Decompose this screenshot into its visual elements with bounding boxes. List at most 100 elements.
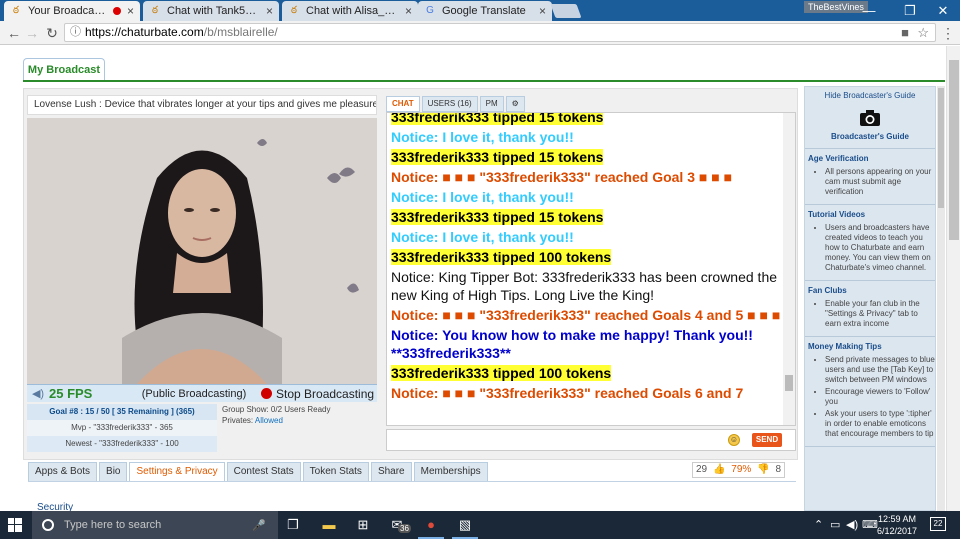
tab-my-broadcast[interactable]: My Broadcast xyxy=(23,58,105,82)
close-tab-icon[interactable]: × xyxy=(127,4,134,18)
system-clock[interactable]: 12:59 AM 6/12/2017 xyxy=(876,513,918,537)
chrome-icon[interactable]: ● xyxy=(418,515,444,539)
divider xyxy=(805,148,935,149)
minimize-icon[interactable]: — xyxy=(846,0,892,21)
goal-newest: Newest - "333frederik333" - 100 xyxy=(27,436,217,452)
chat-message-text: 333frederik333 tipped 100 tokens xyxy=(391,249,612,265)
chat-message: Notice: King Tipper Bot: 333frederik333 … xyxy=(391,268,781,304)
tab-pm[interactable]: PM xyxy=(479,96,504,112)
chat-message: 333frederik333 tipped 100 tokens xyxy=(391,248,781,266)
chaturbate-favicon-icon: ఠ xyxy=(291,5,297,16)
send-button[interactable]: SEND xyxy=(752,433,782,447)
broadcasters-guide-link[interactable]: Broadcaster's Guide xyxy=(805,132,935,141)
page-scroll-thumb[interactable] xyxy=(949,60,959,240)
chat-message: Notice: You know how to make me happy! T… xyxy=(391,326,781,362)
stop-broadcasting-button[interactable]: Stop Broadcasting xyxy=(261,387,374,401)
browser-tab-strip: ఠ Your Broadcast Page! × ఠ Chat with Tan… xyxy=(0,0,960,21)
windows-taskbar: Type here to search 🎤 ❐ ▬ ⊞ ✉ 36 ● ▧ ⌃ ▭… xyxy=(0,511,960,539)
group-show-status: Group Show: 0/2 Users Ready xyxy=(222,405,331,414)
chat-tabs: CHAT USERS (16) PM ⚙ xyxy=(386,96,527,112)
rating-widget: 29 👍 79% 👎 8 xyxy=(692,462,785,478)
tab-settings-privacy[interactable]: Settings & Privacy xyxy=(129,462,225,481)
guide-section-title[interactable]: Money Making Tips xyxy=(808,342,935,351)
guide-section-title[interactable]: Tutorial Videos xyxy=(808,210,935,219)
chat-message: 333frederik333 tipped 15 tokens xyxy=(391,113,781,126)
settings-tabs: Apps & Bots Bio Settings & Privacy Contest … xyxy=(28,462,490,481)
chat-message-text: 333frederik333 tipped 15 tokens xyxy=(391,149,604,165)
guide-tip: Users and broadcasters have created vide… xyxy=(825,223,935,273)
chat-message: Notice: I love it, thank you!! xyxy=(391,128,781,146)
menu-icon[interactable]: ⋮ xyxy=(940,24,956,42)
chat-scroll-thumb[interactable] xyxy=(785,375,793,391)
recording-indicator-icon xyxy=(112,7,121,15)
divider xyxy=(805,204,935,205)
broadcast-status-bar: ◀) 25 FPS (Public Broadcasting) Stop Bro… xyxy=(27,384,377,402)
tab-bio[interactable]: Bio xyxy=(99,462,128,481)
guide-section-list: All persons appearing on your cam must s… xyxy=(825,167,935,197)
chat-message-input[interactable] xyxy=(390,433,724,447)
sidebar-scrollbar[interactable] xyxy=(937,86,945,511)
browser-tab-chat-tank[interactable]: ఠ Chat with Tank569 in a L × xyxy=(143,1,279,21)
chat-scrollbar[interactable] xyxy=(783,113,795,425)
bookmark-star-icon[interactable]: ☆ xyxy=(917,24,929,41)
close-tab-icon[interactable]: × xyxy=(405,4,412,18)
chat-message: Notice: I love it, thank you!! xyxy=(391,228,781,246)
thumbs-up-count: 29 xyxy=(695,464,708,475)
new-tab-button[interactable] xyxy=(550,4,582,18)
reload-icon[interactable]: ↻ xyxy=(44,24,60,42)
chat-message: Notice: I love it, thank you!! xyxy=(391,188,781,206)
broadcaster-guide-sidebar: Hide Broadcaster's Guide Broadcaster's G… xyxy=(804,86,936,511)
guide-section-list: Users and broadcasters have created vide… xyxy=(825,223,935,273)
store-icon[interactable]: ⊞ xyxy=(352,515,374,535)
tab-token-stats[interactable]: Token Stats xyxy=(302,462,369,481)
close-tab-icon[interactable]: × xyxy=(266,4,273,18)
sidebar-scroll-thumb[interactable] xyxy=(938,88,944,208)
volume-icon[interactable]: ◀) xyxy=(846,518,858,531)
taskbar-search[interactable]: Type here to search 🎤 xyxy=(32,511,278,539)
forward-icon[interactable]: → xyxy=(24,24,40,42)
privates-allowed-link[interactable]: Allowed xyxy=(255,416,283,425)
browser-tab-translate[interactable]: G Google Translate × xyxy=(418,1,552,21)
chat-message-text: 333frederik333 tipped 100 tokens xyxy=(391,365,612,381)
chat-message-text: Notice: King Tipper Bot: 333frederik333 … xyxy=(391,269,778,303)
guide-tip: Send private messages to blue users and … xyxy=(825,355,935,385)
chat-message-text: 333frederik333 tipped 15 tokens xyxy=(391,209,604,225)
close-window-icon[interactable]: ✕ xyxy=(920,0,960,21)
microphone-icon[interactable]: 🎤 xyxy=(252,519,266,532)
notification-center-icon[interactable]: 22 xyxy=(930,517,946,531)
tab-apps-bots[interactable]: Apps & Bots xyxy=(28,462,98,481)
webcam-video xyxy=(27,118,377,384)
satisfaction-percent: 79% xyxy=(731,464,752,475)
file-explorer-icon[interactable]: ▬ xyxy=(318,515,340,535)
browser-tab-chat-alisa[interactable]: ఠ Chat with Alisa_Star in a × xyxy=(282,1,418,21)
thumbs-down-icon[interactable]: 👎 xyxy=(757,463,769,477)
emoticon-icon[interactable]: ☺ xyxy=(728,434,740,446)
windows-start-icon[interactable] xyxy=(8,518,22,532)
divider xyxy=(805,336,935,337)
hide-guide-link[interactable]: Hide Broadcaster's Guide xyxy=(805,91,935,100)
thumbs-up-icon[interactable]: 👍 xyxy=(713,463,725,477)
task-view-icon[interactable]: ❐ xyxy=(282,515,304,535)
close-tab-icon[interactable]: × xyxy=(539,4,546,18)
tab-share[interactable]: Share xyxy=(370,462,412,481)
chat-settings-gear-icon[interactable]: ⚙ xyxy=(505,96,525,112)
guide-section-title[interactable]: Fan Clubs xyxy=(808,286,935,295)
network-icon[interactable]: ▭ xyxy=(830,518,840,531)
back-icon[interactable]: ← xyxy=(6,24,22,42)
privates-status: Privates: Allowed xyxy=(222,416,283,425)
tab-chat[interactable]: CHAT xyxy=(386,96,420,112)
tab-users[interactable]: USERS (16) xyxy=(421,96,478,112)
browser-tab-broadcast[interactable]: ఠ Your Broadcast Page! × xyxy=(4,1,140,21)
google-translate-icon: G xyxy=(426,5,434,16)
page-scrollbar[interactable] xyxy=(946,46,960,511)
url-input[interactable]: ⓘ https://chaturbate.com/b/msblairelle/ … xyxy=(64,23,936,42)
chat-messages: 333frederik333 tipped 15 tokens Notice: I… xyxy=(391,113,781,404)
info-icon[interactable]: ⓘ xyxy=(70,24,81,41)
guide-section-title[interactable]: Age Verification xyxy=(808,154,935,163)
tray-expand-icon[interactable]: ⌃ xyxy=(814,518,823,531)
camera-permission-icon[interactable]: ■ xyxy=(901,24,909,41)
speaker-icon[interactable]: ◀) xyxy=(27,387,49,400)
photos-icon[interactable]: ▧ xyxy=(452,515,478,539)
tab-contest-stats[interactable]: Contest Stats xyxy=(226,462,301,481)
tab-memberships[interactable]: Memberships xyxy=(413,462,488,481)
